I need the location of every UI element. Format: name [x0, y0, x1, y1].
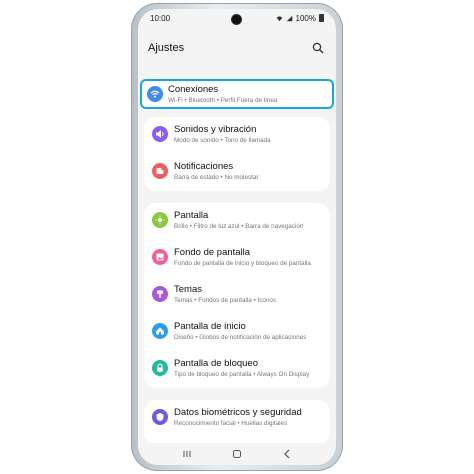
item-subtitle: Wi-Fi • Bluetooth • Perfil Fuera de líne…: [168, 97, 278, 104]
recent-apps-icon[interactable]: [181, 448, 193, 460]
navigation-bar: [138, 443, 336, 465]
card-display: Pantalla Brillo • Filtro de luz azul • B…: [144, 203, 330, 388]
settings-item-inicio[interactable]: Pantalla de inicio Diseño • Globos de no…: [144, 314, 330, 351]
item-subtitle: Barra de estado • No molestar: [174, 174, 259, 181]
item-subtitle: Reconocimiento facial • Huellas digitale…: [174, 420, 288, 427]
search-icon[interactable]: [312, 42, 324, 54]
item-subtitle: Tipo de bloqueo de pantalla • Always On …: [174, 371, 310, 378]
item-name: Notificaciones: [174, 161, 234, 172]
lock-icon: [152, 360, 168, 376]
shield-icon: [152, 409, 168, 425]
brush-icon: [152, 286, 168, 302]
item-subtitle: Diseño • Globos de notificación de aplic…: [174, 334, 307, 341]
settings-item-pantalla[interactable]: Pantalla Brillo • Filtro de luz azul • B…: [144, 203, 330, 240]
item-name: Pantalla: [174, 210, 209, 221]
item-name: Sonidos y vibración: [174, 124, 257, 135]
back-icon[interactable]: [281, 448, 293, 460]
volume-icon: [152, 126, 168, 142]
item-name: Pantalla de bloqueo: [174, 358, 258, 369]
bell-icon: [152, 163, 168, 179]
battery-icon: [319, 14, 324, 22]
top-bar: Ajustes: [138, 37, 336, 59]
card-security: Datos biométricos y seguridad Reconocimi…: [144, 400, 330, 445]
home-icon: [152, 323, 168, 339]
settings-item-biometricos[interactable]: Datos biométricos y seguridad Reconocimi…: [144, 400, 330, 437]
wifi-status-icon: [276, 15, 282, 21]
signal-icon: [286, 15, 292, 21]
item-subtitle: Fondo de pantalla de inicio y bloqueo de…: [174, 260, 311, 267]
status-time: 10:00: [150, 13, 171, 23]
settings-item-temas[interactable]: Temas Temas • Fondos de pantalla • Ícono…: [144, 277, 330, 314]
item-subtitle: Brillo • Filtro de luz azul • Barra de n…: [174, 223, 304, 230]
page-title: Ajustes: [148, 42, 185, 54]
settings-item-fondo[interactable]: Fondo de pantalla Fondo de pantalla de i…: [144, 240, 330, 277]
settings-item-sonidos[interactable]: Sonidos y vibración Modo de sonido • Ton…: [144, 117, 330, 154]
settings-item-bloqueo[interactable]: Pantalla de bloqueo Tipo de bloqueo de p…: [144, 351, 330, 388]
camera-hole: [232, 15, 241, 24]
brightness-icon: [152, 212, 168, 228]
item-subtitle: Temas • Fondos de pantalla • Íconos: [174, 297, 277, 304]
item-name: Datos biométricos y seguridad: [174, 407, 302, 418]
settings-item-conexiones[interactable]: Conexiones Wi-Fi • Bluetooth • Perfil Fu…: [142, 81, 332, 107]
home-button-icon[interactable]: [231, 448, 243, 460]
settings-screen: 10:00 100% Ajustes Conexiones Wi-Fi • Bl…: [138, 9, 336, 465]
item-name: Pantalla de inicio: [174, 321, 246, 332]
item-name: Conexiones: [168, 84, 219, 95]
card-sound-notifications: Sonidos y vibración Modo de sonido • Ton…: [144, 117, 330, 191]
settings-item-notificaciones[interactable]: Notificaciones Barra de estado • No mole…: [144, 154, 330, 191]
image-icon: [152, 249, 168, 265]
item-subtitle: Modo de sonido • Tono de llamada: [174, 137, 271, 144]
highlight-conexiones: Conexiones Wi-Fi • Bluetooth • Perfil Fu…: [140, 79, 334, 109]
wifi-icon: [147, 86, 163, 102]
battery-percent: 100%: [295, 13, 316, 23]
item-name: Temas: [174, 284, 202, 295]
item-name: Fondo de pantalla: [174, 247, 251, 258]
